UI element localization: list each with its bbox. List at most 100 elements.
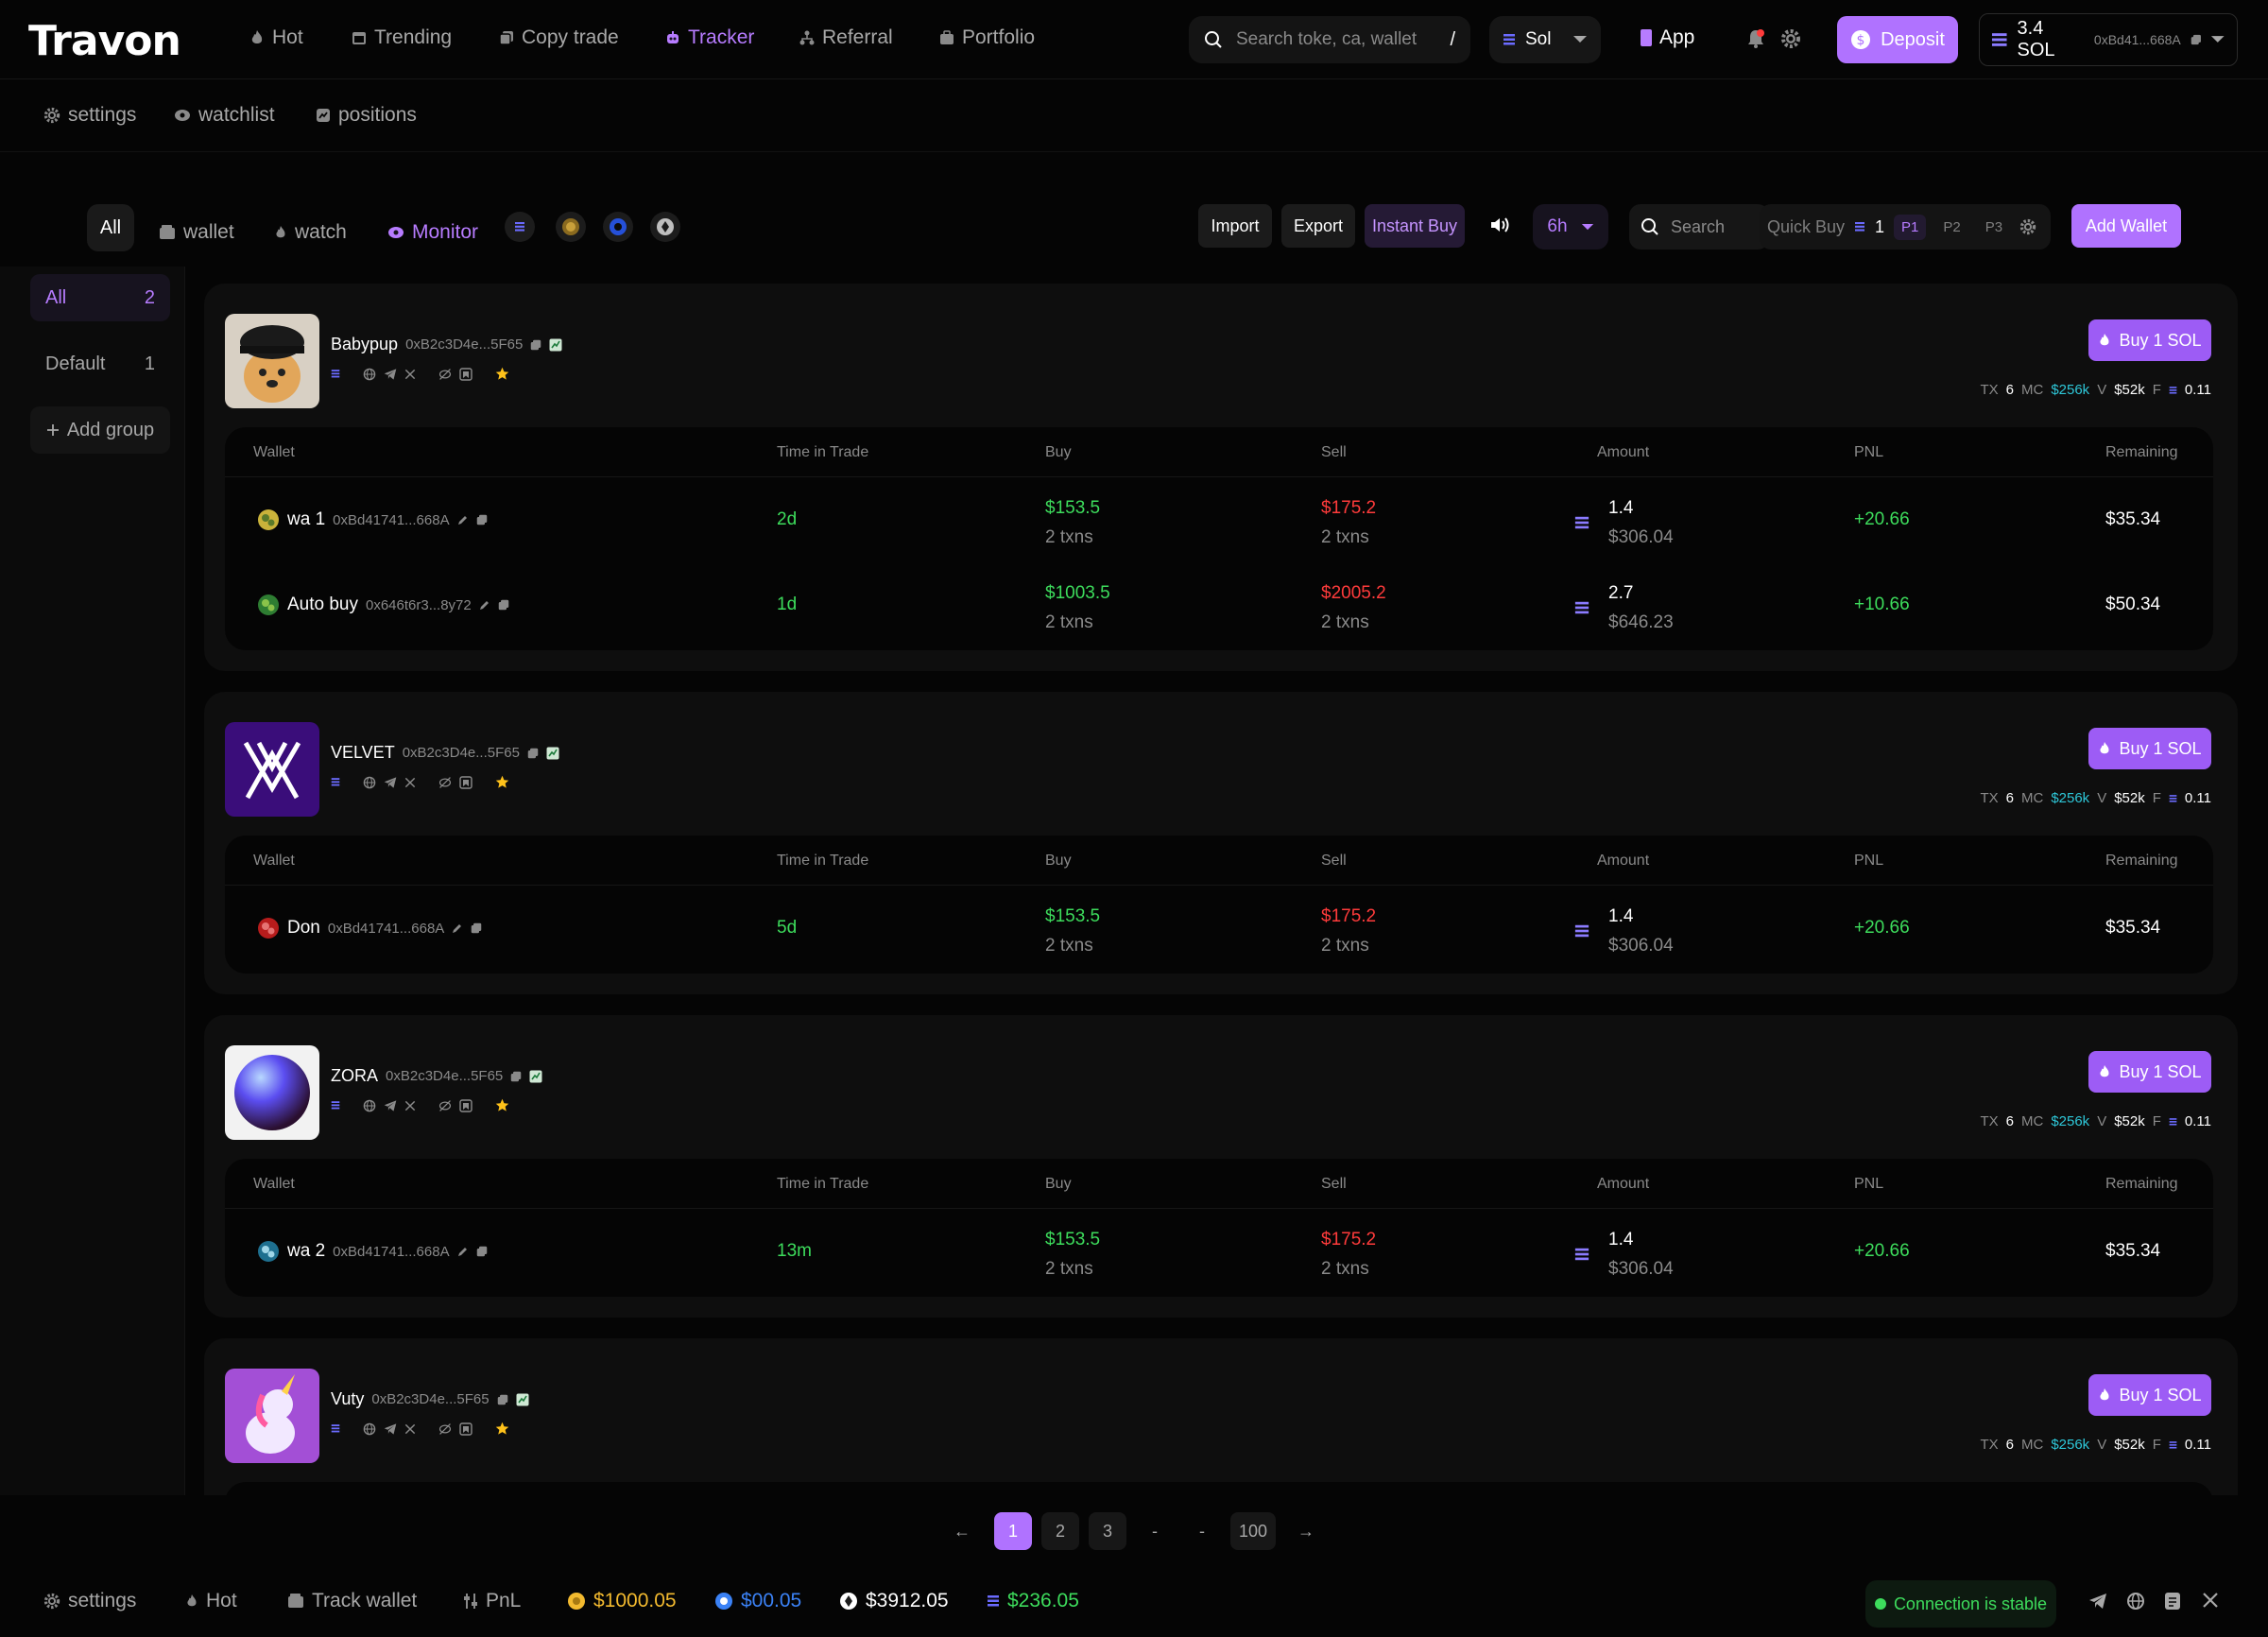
preset-p1[interactable]: P1 [1894,214,1927,240]
group-all[interactable]: All 2 [30,274,170,321]
nav-copy-trade[interactable]: Copy trade [499,26,619,49]
bookmark-icon[interactable] [459,367,472,381]
edit-icon[interactable] [452,922,463,934]
table-row[interactable]: wa 2 0xBd41741...668A 13m $153.5 2 txns $175.… [225,1212,2213,1297]
copy-icon[interactable] [476,514,488,526]
wallet-name[interactable]: wa 2 [287,1241,325,1262]
notification-bell[interactable] [1746,28,1765,49]
page-100[interactable]: 100 [1230,1512,1276,1550]
instant-buy-button[interactable]: Instant Buy [1365,204,1465,248]
hide-icon[interactable] [438,1099,452,1112]
footer-hot[interactable]: Hot [185,1590,237,1612]
copy-icon[interactable] [497,1394,508,1405]
star-icon[interactable] [495,1422,509,1436]
telegram-icon[interactable] [384,1422,397,1436]
buy-button[interactable]: Buy 1 SOL [2088,319,2211,361]
chain-filter-bnb[interactable] [556,212,586,242]
copy-icon[interactable] [471,922,482,934]
preset-p3[interactable]: P3 [1978,215,2010,240]
buy-button[interactable]: Buy 1 SOL [2088,1374,2211,1416]
chain-filter-eth[interactable] [650,212,680,242]
chain-filter-base[interactable] [603,212,633,242]
x-icon[interactable] [404,1100,416,1111]
token-name[interactable]: ZORA [331,1066,378,1086]
bookmark-icon[interactable] [459,1422,472,1436]
timeframe-select[interactable]: 6h [1533,204,1608,250]
page-1[interactable]: 1 [994,1512,1032,1550]
x-icon[interactable] [404,1423,416,1435]
chart-link-icon[interactable] [549,338,562,352]
hide-icon[interactable] [438,776,452,789]
footer-settings[interactable]: settings [43,1590,136,1612]
nav-hot[interactable]: Hot [249,26,303,49]
app-logo[interactable]: Travon [28,17,181,65]
star-icon[interactable] [495,1098,509,1112]
deposit-button[interactable]: $ Deposit [1837,16,1958,63]
wallet-name[interactable]: Don [287,918,320,939]
telegram-icon[interactable] [384,368,397,381]
nav-tracker[interactable]: Tracker [665,26,754,49]
filter-monitor[interactable]: Monitor [387,210,478,255]
globe-icon[interactable] [363,776,376,789]
chain-select[interactable]: Sol [1489,16,1601,63]
app-button[interactable]: App [1641,26,1694,49]
hide-icon[interactable] [438,368,452,381]
add-wallet-button[interactable]: Add Wallet [2071,204,2181,248]
website-link[interactable] [2126,1592,2145,1611]
wallet-name[interactable]: Auto buy [287,594,358,615]
globe-icon[interactable] [363,1099,376,1112]
subnav-positions[interactable]: positions [316,104,417,127]
token-avatar[interactable] [225,314,319,408]
copy-icon[interactable] [498,599,509,611]
page-3[interactable]: 3 [1089,1512,1126,1550]
wallet-search[interactable]: Search [1629,204,1769,250]
copy-icon[interactable] [510,1071,522,1082]
global-search[interactable]: Search toke, ca, wallet / [1189,16,1470,63]
copy-icon[interactable] [527,748,539,759]
token-avatar[interactable] [225,722,319,817]
global-search-input[interactable]: Search toke, ca, wallet [1236,29,1417,50]
token-name[interactable]: Vuty [331,1389,364,1409]
footer-pnl[interactable]: PnL [463,1590,521,1612]
nav-portfolio[interactable]: Portfolio [939,26,1035,49]
nav-trending[interactable]: Trending [352,26,452,49]
globe-icon[interactable] [363,1422,376,1436]
bookmark-icon[interactable] [459,775,472,789]
subnav-watchlist[interactable]: watchlist [174,104,275,127]
wallet-name[interactable]: wa 1 [287,509,325,530]
add-group-button[interactable]: Add group [30,406,170,454]
edit-icon[interactable] [457,514,469,526]
bookmark-icon[interactable] [459,1098,472,1112]
settings-button[interactable] [1780,28,1801,49]
token-name[interactable]: Babypup [331,335,398,354]
x-link[interactable] [2202,1592,2219,1609]
edit-icon[interactable] [457,1246,469,1257]
subnav-settings[interactable]: settings [43,104,136,127]
telegram-icon[interactable] [384,1099,397,1112]
group-default[interactable]: Default 1 [30,340,170,388]
footer-track-wallet[interactable]: Track wallet [287,1590,417,1612]
filter-wallet[interactable]: wallet [159,210,234,255]
quick-buy-amount[interactable]: 1 [1875,217,1884,237]
preset-p2[interactable]: P2 [1935,215,1967,240]
filter-watch[interactable]: watch [274,210,347,255]
gear-icon[interactable] [2019,218,2036,235]
telegram-link[interactable] [2088,1592,2107,1611]
export-button[interactable]: Export [1281,204,1355,248]
page-2[interactable]: 2 [1041,1512,1079,1550]
filter-all[interactable]: All [87,204,134,251]
telegram-icon[interactable] [384,776,397,789]
x-icon[interactable] [404,369,416,380]
token-avatar[interactable] [225,1045,319,1140]
import-button[interactable]: Import [1198,204,1272,248]
chart-link-icon[interactable] [529,1070,542,1083]
copy-icon[interactable] [530,339,541,351]
sound-toggle[interactable] [1489,215,1510,234]
buy-button[interactable]: Buy 1 SOL [2088,1051,2211,1093]
nav-referral[interactable]: Referral [799,26,893,49]
wallet-search-input[interactable]: Search [1671,217,1725,237]
token-avatar[interactable] [225,1369,319,1463]
chart-link-icon[interactable] [546,747,559,760]
copy-icon[interactable] [2191,34,2202,45]
star-icon[interactable] [495,775,509,789]
